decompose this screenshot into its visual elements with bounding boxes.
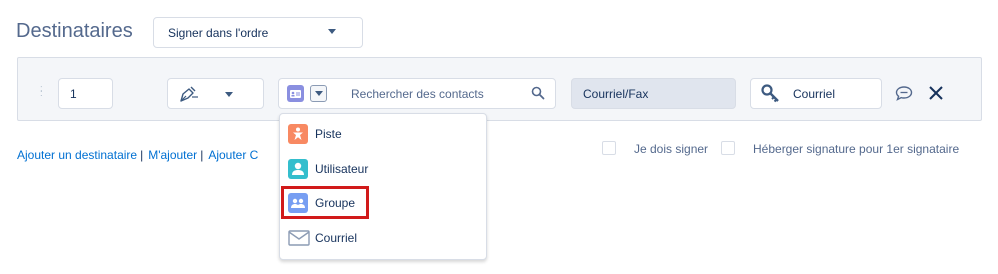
key-icon — [761, 84, 779, 103]
user-icon — [288, 159, 308, 179]
search-icon[interactable] — [531, 86, 545, 100]
link-separator: | — [140, 148, 144, 162]
i-must-sign-label: Je dois signer — [634, 142, 709, 156]
link-separator: | — [200, 148, 204, 162]
drag-handle-icon[interactable]: ⁚ ⁚ — [40, 86, 44, 98]
highlight-box — [281, 186, 369, 219]
dropdown-item-utilisateur[interactable]: Utilisateur — [280, 152, 486, 186]
contact-card-icon[interactable] — [287, 85, 304, 102]
signing-order-select[interactable]: Signer dans l'ordre — [153, 17, 363, 48]
dropdown-item-piste[interactable]: Piste — [280, 117, 486, 151]
chevron-down-icon — [225, 92, 233, 97]
dropdown-item-courriel[interactable]: Courriel — [280, 221, 486, 255]
signing-order-value: Signer dans l'ordre — [168, 26, 269, 40]
auth-method-label: Courriel — [793, 87, 836, 101]
recipient-actions: Ajouter un destinataire | M'ajouter | Ajoute… — [17, 148, 258, 162]
i-must-sign-checkbox[interactable] — [602, 141, 616, 155]
add-other-link[interactable]: Ajouter C — [208, 148, 258, 162]
email-icon — [288, 228, 310, 248]
message-icon[interactable] — [895, 85, 913, 101]
lead-icon — [288, 124, 308, 144]
dropdown-item-label: Courriel — [315, 231, 358, 245]
recipient-action-select[interactable] — [167, 78, 264, 109]
chevron-down-icon — [328, 29, 336, 34]
auth-method-select[interactable]: Courriel — [750, 78, 882, 109]
pen-nib-icon — [180, 86, 198, 102]
type-dropdown-button[interactable] — [310, 85, 327, 102]
page-title: Destinataires — [16, 20, 133, 42]
host-signature-checkbox[interactable] — [721, 141, 735, 155]
contact-search-field[interactable]: Rechercher des contacts — [278, 78, 556, 109]
delivery-method-field[interactable]: Courriel/Fax — [571, 78, 736, 109]
dropdown-item-label: Utilisateur — [315, 162, 369, 176]
recipient-order-input[interactable]: 1 — [58, 78, 113, 109]
dropdown-item-label: Piste — [315, 127, 342, 141]
add-me-link[interactable]: M'ajouter — [148, 148, 197, 162]
search-input[interactable]: Rechercher des contacts — [351, 87, 484, 101]
host-signature-label: Héberger signature pour 1er signataire — [753, 142, 960, 156]
close-icon[interactable] — [928, 85, 944, 101]
add-recipient-link[interactable]: Ajouter un destinataire — [17, 148, 137, 162]
